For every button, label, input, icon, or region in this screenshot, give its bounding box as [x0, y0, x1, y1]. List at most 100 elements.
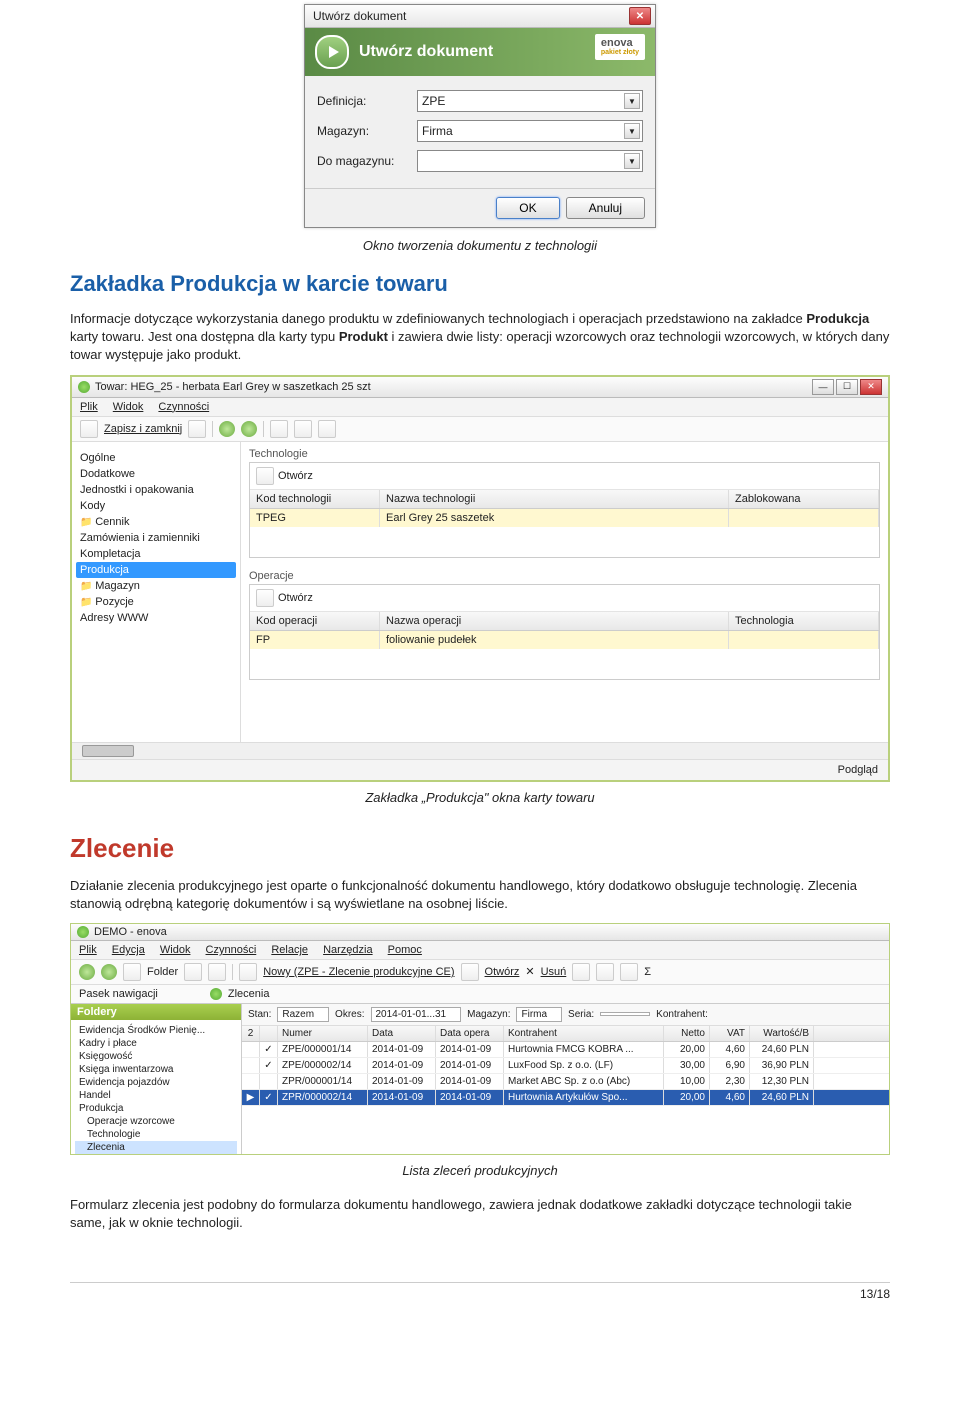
folder-icon[interactable] [123, 963, 141, 981]
back-icon[interactable] [219, 421, 235, 437]
col-wartosc[interactable]: Wartość/B [750, 1026, 814, 1041]
open-icon[interactable] [256, 589, 274, 607]
tree-item-zlecenia[interactable]: Zlecenia [75, 1141, 237, 1154]
save-icon[interactable] [188, 420, 206, 438]
col-nazwa-tech[interactable]: Nazwa technologii [380, 490, 729, 508]
close-icon[interactable]: ✕ [629, 7, 651, 25]
maximize-icon[interactable]: ☐ [836, 379, 858, 395]
print-icon[interactable] [596, 963, 614, 981]
menu-narzedzia[interactable]: Narzędzia [323, 944, 373, 956]
stan-combo[interactable]: Razem [277, 1007, 329, 1022]
grid-row[interactable]: ✓ZPE/000002/142014-01-092014-01-09LuxFoo… [242, 1058, 889, 1074]
tree-item[interactable]: Operacje wzorcowe [75, 1115, 237, 1128]
print-icon[interactable] [318, 420, 336, 438]
menu-plik[interactable]: Plik [79, 944, 97, 956]
col-zablokowana[interactable]: Zablokowana [729, 490, 879, 508]
horizontal-scrollbar[interactable] [72, 742, 888, 759]
grid-row-selected[interactable]: ▶✓ZPR/000002/142014-01-092014-01-09Hurto… [242, 1090, 889, 1106]
tree-item[interactable]: Ewidencja Środków Pienię... [75, 1024, 237, 1037]
col-idx[interactable]: 2 [242, 1026, 260, 1041]
col-kontrahent[interactable]: Kontrahent [504, 1026, 664, 1041]
lightning-icon[interactable] [208, 963, 226, 981]
col-kod-tech[interactable]: Kod technologii [250, 490, 380, 508]
col-numer[interactable]: Numer [278, 1026, 368, 1041]
sidebar-item-ogolne[interactable]: Ogólne [76, 450, 236, 466]
sidebar-item-kompletacja[interactable]: Kompletacja [76, 546, 236, 562]
tree-item[interactable]: Kadry i płace [75, 1037, 237, 1050]
sidebar-item-jednostki[interactable]: Jednostki i opakowania [76, 482, 236, 498]
chevron-down-icon[interactable]: ▼ [624, 153, 640, 169]
open-button[interactable]: Otwórz [485, 966, 520, 978]
col-technologia[interactable]: Technologia [729, 612, 879, 630]
chevron-down-icon[interactable]: ▼ [624, 123, 640, 139]
open-button[interactable]: Otwórz [278, 470, 313, 482]
tools-icon[interactable] [270, 420, 288, 438]
operacje-row[interactable]: FP foliowanie pudełek [250, 631, 879, 649]
save-icon[interactable] [80, 420, 98, 438]
definicja-label: Definicja: [317, 94, 417, 108]
delete-button[interactable]: Usuń [541, 966, 567, 978]
grid-icon[interactable] [184, 963, 202, 981]
sidebar-item-magazyn[interactable]: Magazyn [76, 578, 236, 594]
folder-button[interactable]: Folder [147, 966, 178, 978]
sidebar-item-produkcja[interactable]: Produkcja [76, 562, 236, 578]
forward-icon[interactable] [241, 421, 257, 437]
open-button[interactable]: Otwórz [278, 592, 313, 604]
col-netto[interactable]: Netto [664, 1026, 710, 1041]
col-data[interactable]: Data [368, 1026, 436, 1041]
new-button[interactable]: Nowy (ZPE - Zlecenie produkcyjne CE) [263, 966, 454, 978]
menu-czynnosci[interactable]: Czynności [158, 401, 209, 413]
menu-widok[interactable]: Widok [113, 401, 144, 413]
chevron-down-icon[interactable]: ▼ [624, 93, 640, 109]
sidebar-item-cennik[interactable]: Cennik [76, 514, 236, 530]
tree-item-produkcja[interactable]: Produkcja [75, 1102, 237, 1115]
seria-combo[interactable] [600, 1012, 650, 1016]
delete-icon[interactable]: ✕ [525, 965, 534, 978]
col-dataop[interactable]: Data opera [436, 1026, 504, 1041]
okres-combo[interactable]: 2014-01-01...31 [371, 1007, 462, 1022]
tree-item[interactable]: Handel [75, 1089, 237, 1102]
grid-row[interactable]: ✓ZPE/000001/142014-01-092014-01-09Hurtow… [242, 1042, 889, 1058]
save-close-button[interactable]: Zapisz i zamknij [104, 423, 182, 435]
menu-widok[interactable]: Widok [160, 944, 191, 956]
tree-item[interactable]: Księga inwentarzowa [75, 1063, 237, 1076]
menu-czynnosci[interactable]: Czynności [206, 944, 257, 956]
new-icon[interactable] [239, 963, 257, 981]
menu-relacje[interactable]: Relacje [271, 944, 308, 956]
folder-open-icon[interactable] [620, 963, 638, 981]
open-icon[interactable] [461, 963, 479, 981]
refresh-icon[interactable] [572, 963, 590, 981]
cancel-button[interactable]: Anuluj [566, 197, 645, 219]
definicja-combo[interactable]: ZPE▼ [417, 90, 643, 112]
sum-icon[interactable]: Σ [644, 966, 651, 978]
tree-item[interactable]: Technologie [75, 1128, 237, 1141]
technologie-row[interactable]: TPEG Earl Grey 25 saszetek [250, 509, 879, 527]
sidebar-item-kody[interactable]: Kody [76, 498, 236, 514]
back-icon[interactable] [79, 964, 95, 980]
menu-plik[interactable]: Plik [80, 401, 98, 413]
col-kod-op[interactable]: Kod operacji [250, 612, 380, 630]
magazyn-combo[interactable]: Firma [516, 1007, 562, 1022]
grid-row[interactable]: ZPR/000001/142014-01-092014-01-09Market … [242, 1074, 889, 1090]
forward-icon[interactable] [101, 964, 117, 980]
domagazynu-combo[interactable]: ▼ [417, 150, 643, 172]
ok-button[interactable]: OK [496, 197, 559, 219]
tree-item[interactable]: Księgowość [75, 1050, 237, 1063]
col-vat[interactable]: VAT [710, 1026, 750, 1041]
sidebar-item-pozycje[interactable]: Pozycje [76, 594, 236, 610]
menu-pomoc[interactable]: Pomoc [388, 944, 422, 956]
open-icon[interactable] [256, 467, 274, 485]
sidebar-item-zamowienia[interactable]: Zamówienia i zamienniki [76, 530, 236, 546]
close-icon[interactable]: ✕ [860, 379, 882, 395]
podglad-link[interactable]: Podgląd [72, 759, 888, 780]
menu-edycja[interactable]: Edycja [112, 944, 145, 956]
refresh-icon[interactable] [294, 420, 312, 438]
sidebar-item-adresy[interactable]: Adresy WWW [76, 610, 236, 626]
breadcrumb-item[interactable]: Zlecenia [228, 988, 270, 1000]
col-nazwa-op[interactable]: Nazwa operacji [380, 612, 729, 630]
magazyn-combo[interactable]: Firma▼ [417, 120, 643, 142]
col-chk[interactable] [260, 1026, 278, 1041]
minimize-icon[interactable]: — [812, 379, 834, 395]
sidebar-item-dodatkowe[interactable]: Dodatkowe [76, 466, 236, 482]
tree-item[interactable]: Ewidencja pojazdów [75, 1076, 237, 1089]
